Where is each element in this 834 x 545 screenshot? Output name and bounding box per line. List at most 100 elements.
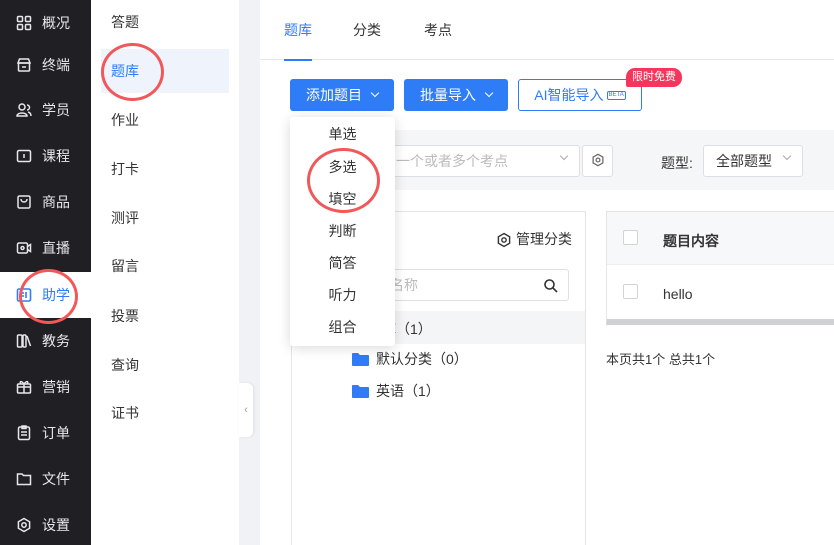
settings-icon [16, 517, 32, 533]
subnav-item-label: 查询 [111, 357, 139, 373]
sidebar-item-files[interactable]: 文件 [0, 456, 91, 502]
category-search-input[interactable]: 名称 [370, 269, 569, 301]
sidebar-item-label: 直播 [42, 240, 70, 256]
users-icon [16, 102, 32, 118]
table-divider [607, 264, 834, 265]
gear-icon [591, 153, 605, 170]
batch-import-button[interactable]: 批量导入 [404, 79, 508, 111]
tab-label: 分类 [353, 22, 381, 38]
menu-item-fill-blank[interactable]: 填空 [290, 189, 395, 209]
video-icon [16, 240, 32, 256]
course-icon [16, 148, 32, 164]
sidebar-item-live[interactable]: 直播 [0, 225, 91, 271]
subnav-item-label: 作业 [111, 112, 139, 128]
tab-question-bank[interactable]: 题库 [284, 0, 312, 61]
chevron-down-icon [370, 88, 380, 98]
sidebar-item-label: 订单 [42, 425, 70, 441]
table-header-content: 题目内容 [663, 233, 719, 249]
subnav-item-label: 证书 [111, 405, 139, 421]
subnav-item-homework[interactable]: 作业 [101, 99, 229, 141]
chevron-down-icon [559, 151, 569, 161]
row-checkbox[interactable] [623, 284, 638, 299]
folder-icon [352, 384, 369, 398]
manage-categories-button[interactable]: 管理分类 [496, 229, 572, 249]
sidebar-item-label: 学员 [42, 102, 70, 118]
sidebar-item-courses[interactable]: 课程 [0, 133, 91, 179]
subnav-item-label: 题库 [111, 63, 139, 79]
subnav-item-voting[interactable]: 投票 [101, 295, 229, 337]
sidebar-item-products[interactable]: 商品 [0, 179, 91, 225]
subnav-item-label: 答题 [111, 14, 139, 30]
sidebar-item-label: 终端 [42, 57, 70, 73]
secondary-menu: 答题 题库 作业 打卡 测评 留言 投票 查询 证书 [91, 0, 239, 545]
subnav-item-checkin[interactable]: 打卡 [101, 148, 229, 190]
gift-icon [16, 379, 32, 395]
subnav-item-label: 打卡 [111, 161, 139, 177]
tab-bar: 题库 分类 考点 [260, 0, 834, 61]
sidebar-item-terminal[interactable]: 终端 [0, 42, 91, 88]
table-header [607, 212, 834, 264]
subnav-item-messages[interactable]: 留言 [101, 245, 229, 287]
ai-import-label: AI智能导入 [534, 87, 604, 103]
subnav-item-label: 投票 [111, 308, 139, 324]
book-icon [16, 333, 32, 349]
menu-item-multiple-choice[interactable]: 多选 [290, 157, 395, 177]
sidebar-item-overview[interactable]: 概况 [0, 0, 91, 46]
sidebar-item-label: 教务 [42, 333, 70, 349]
knowledge-point-select[interactable]: 一个或者多个考点 [383, 145, 580, 177]
sidebar-item-marketing[interactable]: 营销 [0, 364, 91, 410]
folder-icon [352, 352, 369, 366]
assist-icon [16, 287, 32, 303]
menu-item-listening[interactable]: 听力 [290, 285, 395, 305]
batch-import-label: 批量导入 [420, 87, 476, 103]
sidebar-item-orders[interactable]: 订单 [0, 410, 91, 456]
sidebar-item-label: 商品 [42, 194, 70, 210]
folder-icon [16, 471, 32, 487]
knowledge-point-placeholder: 一个或者多个考点 [396, 153, 508, 169]
category-node-label: 英语（1） [376, 383, 440, 399]
subnav-item-label: 测评 [111, 210, 139, 226]
store-icon [16, 57, 32, 73]
subnav-item-query[interactable]: 查询 [101, 344, 229, 386]
ai-import-button[interactable]: AI智能导入 BETA [518, 79, 642, 111]
select-all-checkbox[interactable] [623, 230, 638, 245]
manage-categories-label: 管理分类 [516, 231, 572, 247]
tab-categories[interactable]: 分类 [353, 0, 381, 60]
chevron-down-icon [782, 151, 792, 161]
question-type-select[interactable]: 全部题型 [703, 145, 803, 177]
beta-badge: BETA [606, 90, 626, 100]
grid-icon [16, 15, 32, 31]
subnav-item-certificate[interactable]: 证书 [101, 392, 229, 434]
sidebar-item-assist[interactable]: 助学 [0, 272, 91, 318]
order-icon [16, 425, 32, 441]
add-question-button[interactable]: 添加题目 [290, 79, 394, 111]
question-type-value: 全部题型 [716, 153, 772, 169]
sidebar-item-students[interactable]: 学员 [0, 87, 91, 133]
table-row[interactable]: hello [663, 286, 693, 302]
category-node-label: 默认分类（0） [376, 351, 468, 367]
knowledge-point-settings-button[interactable] [582, 145, 613, 177]
chevron-down-icon [484, 88, 494, 98]
sidebar-item-label: 文件 [42, 471, 70, 487]
category-node-english[interactable]: 英语（1） [352, 381, 440, 401]
sidebar-item-label: 营销 [42, 379, 70, 395]
menu-item-short-answer[interactable]: 简答 [290, 253, 395, 273]
sidebar-item-academic[interactable]: 教务 [0, 318, 91, 364]
free-promo-badge: 限时免费 [626, 68, 682, 87]
question-type-label: 题型: [661, 155, 693, 171]
category-node-default[interactable]: 默认分类（0） [352, 349, 468, 369]
subnav-item-question-bank[interactable]: 题库 [101, 49, 229, 93]
subnav-item-assessment[interactable]: 测评 [101, 197, 229, 239]
menu-item-true-false[interactable]: 判断 [290, 221, 395, 241]
sidebar-item-settings[interactable]: 设置 [0, 502, 91, 545]
pagination-summary: 本页共1个 总共1个 [606, 352, 716, 367]
sidebar-item-label: 概况 [42, 15, 70, 31]
search-icon [543, 278, 558, 293]
menu-item-single-choice[interactable]: 单选 [290, 124, 395, 144]
chevron-left-icon: ‹ [244, 404, 248, 416]
collapse-sidebar-handle[interactable]: ‹ [239, 383, 253, 437]
menu-item-composite[interactable]: 组合 [290, 317, 395, 337]
sidebar-item-label: 课程 [42, 148, 70, 164]
subnav-item-answer[interactable]: 答题 [101, 1, 229, 43]
tab-knowledge-points[interactable]: 考点 [424, 0, 452, 60]
